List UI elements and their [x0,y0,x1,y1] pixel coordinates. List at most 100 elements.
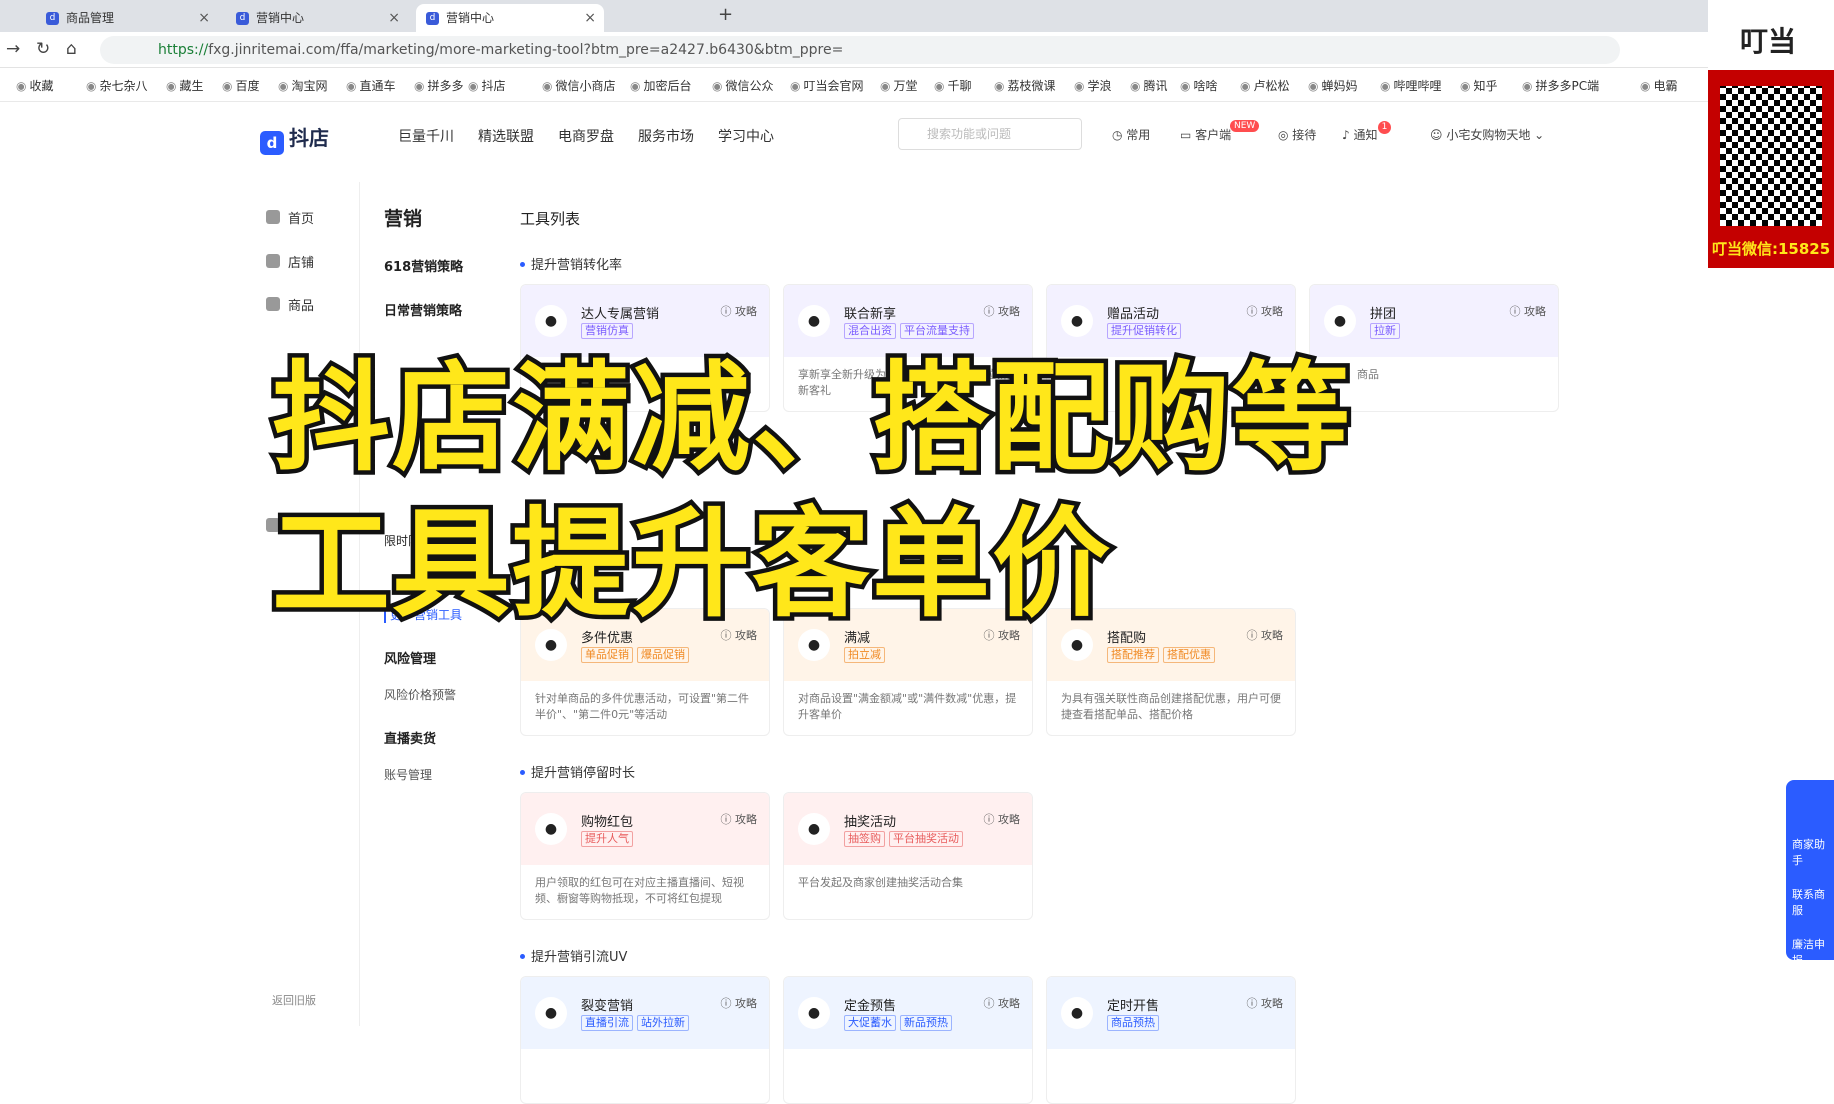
tool-tag: 站外拉新 [637,1015,689,1031]
overlay-title-line2: 工具提升客单价 [267,491,1114,638]
guide-link[interactable]: ⓘ 攻略 [1247,627,1284,643]
tool-name: 搭配购 [1107,631,1147,646]
bookmark-item[interactable]: ◉ 知乎 [1460,77,1498,94]
tool-card[interactable]: ● 定金预售 ⓘ 攻略 大促蓄水 新品预热 [783,976,1033,1104]
guide-link[interactable]: ⓘ 攻略 [721,303,758,319]
promo-wechat: 叮当微信:15825 [1712,240,1831,258]
sub-risk[interactable]: 风险管理 [384,648,436,667]
guide-link[interactable]: ⓘ 攻略 [721,811,758,827]
tab-marketing-2[interactable]: d 营销中心 × [416,4,604,32]
close-icon[interactable]: × [584,4,596,32]
tool-desc: 平台发起及商家创建抽奖活动合集 [798,876,963,889]
bookmark-item[interactable]: ◉ 蝉妈妈 [1308,77,1358,94]
shop-icon [266,254,280,268]
nav-home[interactable]: 首页 [288,208,314,227]
guide-link[interactable]: ⓘ 攻略 [1247,995,1284,1011]
nav-market[interactable]: 服务市场 [638,126,694,146]
bookmark-item[interactable]: ◉ 拼多多 [414,77,464,94]
sub-live[interactable]: 直播卖货 [384,728,436,747]
bookmark-item[interactable]: ◉ 万堂 [880,77,918,94]
bookmark-item[interactable]: ◉ 微信公众 [712,77,774,94]
helper-assistant[interactable]: 商家助手 [1792,836,1834,868]
nav-luopan[interactable]: 电商罗盘 [558,126,614,146]
tool-tags: 商品预热 [1107,1015,1163,1031]
tool-tag: 搭配优惠 [1163,647,1215,663]
bookmark-item[interactable]: ◉ 腾讯 [1130,77,1168,94]
new-tab-button[interactable]: + [718,4,733,25]
bookmark-item[interactable]: ◉ 微信小商店 [542,77,616,94]
logo-icon: d [260,131,284,155]
section-conversion: 提升营销转化率 [520,254,622,273]
bookmark-item[interactable]: ◉ 哔哩哔哩 [1380,77,1442,94]
bookmark-icon: ◉ [542,79,553,93]
logo[interactable]: d 抖店 [260,122,329,155]
search-input[interactable]: 搜索功能或问题 [898,118,1082,150]
guide-link[interactable]: ⓘ 攻略 [984,303,1021,319]
tool-card[interactable]: ● 购物红包 ⓘ 攻略 提升人气 用户领取的红包可在对应主播直播间、短视频、橱窗等购物抵… [520,792,770,920]
tool-card[interactable]: ● 定时开售 ⓘ 攻略 商品预热 [1046,976,1296,1104]
notify-button[interactable]: ♪ 通知 [1342,126,1378,143]
bookmark-item[interactable]: ◉ 加密后台 [630,77,692,94]
home-icon[interactable]: ⌂ [66,39,77,59]
guide-link[interactable]: ⓘ 攻略 [721,995,758,1011]
bookmark-item[interactable]: ◉ 电霸 [1640,77,1678,94]
close-icon[interactable]: × [198,4,210,32]
sub-daily[interactable]: 日常营销策略 [384,300,462,319]
bookmark-item[interactable]: ◉ 百度 [222,77,260,94]
tab-marketing-1[interactable]: d 营销中心 × [226,4,408,32]
bookmark-item[interactable]: ◉ 千聊 [934,77,972,94]
sub-618[interactable]: 618营销策略 [384,256,463,275]
bookmark-icon: ◉ [1640,79,1651,93]
sub-account[interactable]: 账号管理 [384,766,432,783]
bookmark-icon: ◉ [414,79,425,93]
bookmark-icon: ◉ [630,79,641,93]
client-button[interactable]: ▭ 客户端 [1180,126,1231,143]
url-input[interactable]: https://fxg.jinritemai.com/ffa/marketing… [100,36,1620,64]
close-icon[interactable]: × [388,4,400,32]
back-old-version[interactable]: 返回旧版 [272,992,316,1008]
sub-title: 营销 [384,208,423,230]
tool-tag: 提升人气 [581,831,633,847]
nav-juliang[interactable]: 巨量千川 [398,126,454,146]
bookmark-icon: ◉ [1380,79,1391,93]
helper-report[interactable]: 廉洁申报 [1792,936,1834,968]
bookmark-item[interactable]: ◉ 叮当会官网 [790,77,864,94]
bookmark-item[interactable]: ◉ 抖店 [468,77,506,94]
tool-name: 裂变营销 [581,999,634,1014]
nav-product[interactable]: 商品 [288,295,314,314]
reception-button[interactable]: ◎ 接待 [1278,126,1316,143]
bookmark-icon: ◉ [166,79,177,93]
nav-shop[interactable]: 店铺 [288,252,314,271]
bookmark-item[interactable]: ◉ 学浪 [1074,77,1112,94]
guide-link[interactable]: ⓘ 攻略 [984,995,1021,1011]
bookmark-icon: ◉ [1240,79,1251,93]
tool-card[interactable]: ● 裂变营销 ⓘ 攻略 直播引流 站外拉新 [520,976,770,1104]
promo-panel: 叮当 叮当微信:15825 [1708,0,1834,268]
bookmark-icon: ◉ [1074,79,1085,93]
bookmark-item[interactable]: ◉ 藏生 [166,77,204,94]
guide-link[interactable]: ⓘ 攻略 [1247,303,1284,319]
tool-tags: 搭配推荐 搭配优惠 [1107,647,1219,663]
reload-icon[interactable]: ↻ [36,39,50,59]
nav-lianmeng[interactable]: 精选联盟 [478,126,534,146]
bookmark-item[interactable]: ◉ 杂七杂八 [86,77,148,94]
bookmark-item[interactable]: ◉ 啥啥 [1180,77,1218,94]
forward-icon[interactable]: → [6,39,20,59]
guide-link[interactable]: ⓘ 攻略 [984,811,1021,827]
bookmark-item[interactable]: ◉ 直通车 [346,77,396,94]
account-menu[interactable]: ☺ 小宅女购物天地 ⌄ [1430,126,1544,143]
guide-link[interactable]: ⓘ 攻略 [1510,303,1547,319]
common-button[interactable]: ◷ 常用 [1112,126,1150,143]
tab-product[interactable]: d 商品管理 × [36,4,218,32]
bookmark-item[interactable]: ◉ 收藏 [16,77,54,94]
sub-risk-price[interactable]: 风险价格预警 [384,686,456,703]
bookmark-item[interactable]: ◉ 卢松松 [1240,77,1290,94]
bookmark-item[interactable]: ◉ 淘宝网 [278,77,328,94]
bookmark-item[interactable]: ◉ 荔枝微课 [994,77,1056,94]
bookmark-item[interactable]: ◉ 拼多多PC端 [1522,77,1599,94]
nav-learn[interactable]: 学习中心 [718,126,774,146]
tool-icon: ● [798,997,830,1029]
helper-contact[interactable]: 联系商服 [1792,886,1834,918]
tool-name: 达人专属营销 [581,307,660,322]
tool-card[interactable]: ● 抽奖活动 ⓘ 攻略 抽签购 平台抽奖活动 平台发起及商家创建抽奖活动合集 [783,792,1033,920]
